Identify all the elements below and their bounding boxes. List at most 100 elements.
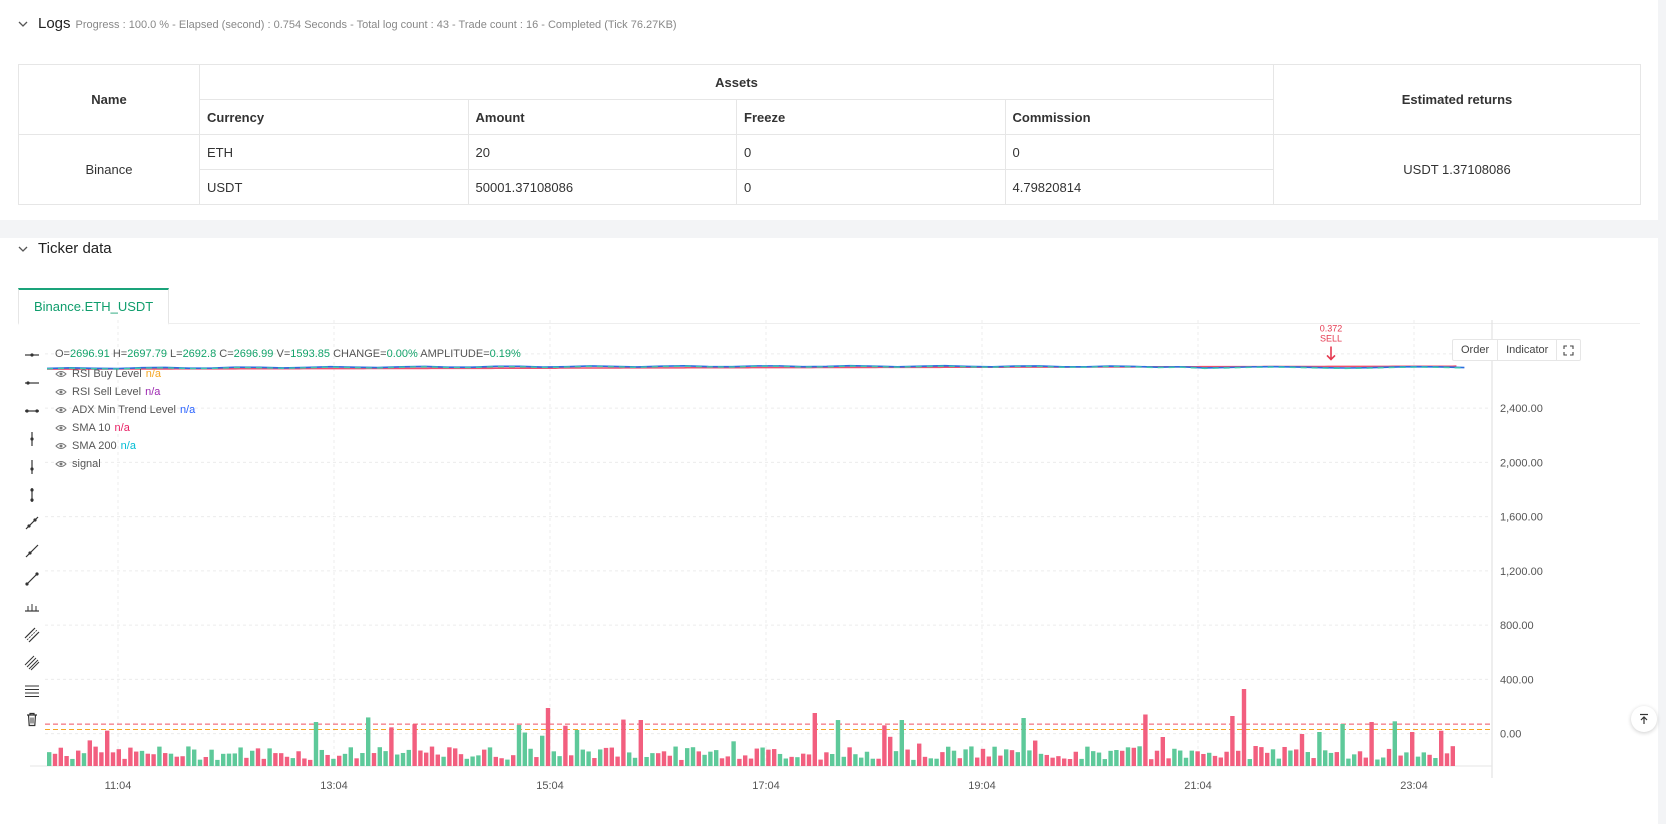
volume-bar [998, 755, 1003, 766]
volume-bar [151, 754, 156, 766]
y-tick-label: 0.00 [1500, 729, 1521, 741]
volume-bar [1195, 751, 1200, 766]
l-value: 2692.8 [182, 348, 217, 360]
volume-bar [371, 753, 377, 766]
volume-bar [1352, 754, 1357, 766]
volume-bar [1067, 759, 1073, 766]
volume-bar [1038, 753, 1044, 766]
volume-bar [731, 741, 736, 766]
volume-bar [1392, 721, 1397, 766]
sub-header-currency: Currency [199, 99, 469, 135]
volume-bar [882, 725, 887, 766]
legend-item-label: RSI Sell Level [72, 386, 142, 398]
volume-bar [1427, 754, 1432, 766]
table-row: Binance ETH 20 0 0 USDT 1.37108086 [18, 134, 1641, 205]
volume-bar [696, 751, 701, 766]
volume-bar [853, 754, 858, 766]
col-returns-header: Estimated returns [1273, 64, 1641, 135]
volume-bar [673, 746, 678, 766]
volume-bar [76, 750, 81, 766]
volume-bar [1398, 755, 1403, 766]
volume-bar [1328, 752, 1334, 766]
legend-item-value: n/a [120, 440, 136, 452]
volume-bar [1259, 747, 1264, 766]
volume-bar [255, 748, 261, 766]
volume-bar [52, 753, 58, 766]
volume-bar [795, 757, 800, 766]
volume-bar [337, 755, 342, 766]
assets-table: Name Assets Estimated returns Currency A… [18, 64, 1641, 205]
legend-item[interactable]: RSI Sell Level n/a [55, 383, 521, 401]
eye-icon[interactable] [55, 460, 67, 468]
sell-annotation-label: SELL [1320, 333, 1342, 343]
volume-bar [1369, 721, 1374, 766]
volume-bar [1444, 753, 1450, 766]
eye-icon[interactable] [55, 370, 67, 378]
x-tick-label: 11:04 [105, 780, 132, 792]
volume-bar [975, 757, 980, 766]
volume-bar [1073, 751, 1078, 766]
indicator-button[interactable]: Indicator [1498, 340, 1558, 360]
volume-bar [296, 751, 301, 766]
fullscreen-icon[interactable] [1557, 340, 1580, 360]
scroll-top-button[interactable] [1631, 706, 1657, 732]
eye-icon[interactable] [55, 406, 67, 414]
volume-bar [1311, 758, 1316, 766]
chevron-down-icon[interactable] [18, 19, 28, 29]
volume-bar [1114, 750, 1119, 766]
currency-cell: USDT [199, 169, 469, 205]
volume-bar [592, 758, 597, 766]
volume-bar [766, 749, 771, 766]
volume-bar [1265, 752, 1270, 766]
volume-bar [1299, 734, 1305, 766]
volume-bar [87, 740, 92, 766]
volume-bar [186, 746, 191, 766]
legend-item[interactable]: SMA 200 n/a [55, 437, 521, 455]
volume-bar [812, 713, 817, 766]
volume-bar [754, 748, 759, 766]
eye-icon[interactable] [55, 388, 67, 396]
logs-title: Logs [38, 15, 71, 32]
price-chart[interactable]: 2,800.002,400.002,000.001,600.001,200.00… [0, 238, 1658, 824]
volume-bar [1079, 758, 1084, 766]
volume-bar [917, 743, 922, 766]
currency-cell: ETH [199, 134, 469, 170]
y-tick-label: 800.00 [1500, 620, 1534, 632]
volume-bar [574, 730, 580, 766]
legend-item[interactable]: RSI Buy Level n/a [55, 365, 521, 383]
volume-bar [1183, 757, 1189, 766]
legend-item[interactable]: ADX Min Trend Level n/a [55, 401, 521, 419]
volume-bar [719, 758, 725, 766]
volume-bar [1410, 732, 1415, 766]
order-button[interactable]: Order [1453, 340, 1499, 360]
arrow-up-icon [1640, 713, 1648, 724]
volume-bar [818, 759, 823, 766]
volume-bar [545, 708, 551, 766]
volume-bar [1334, 752, 1339, 766]
volume-bar [1085, 746, 1090, 766]
volume-bar [377, 747, 382, 766]
volume-bar [1381, 757, 1386, 766]
volume-bar [302, 758, 307, 766]
volume-bar [806, 754, 812, 766]
volume-bar [661, 751, 667, 766]
volume-bar [1062, 758, 1067, 766]
logs-header[interactable]: Logs Progress : 100.0 % - Elapsed (secon… [18, 15, 677, 32]
volume-bar [621, 719, 626, 766]
amp-label: AMPLITUDE= [420, 348, 490, 360]
h-value: 2697.79 [127, 348, 167, 360]
legend-item-label: RSI Buy Level [72, 368, 142, 380]
legend-item[interactable]: SMA 10 n/a [55, 419, 521, 437]
volume-bar [911, 759, 916, 766]
volume-bar [772, 749, 777, 766]
volume-bar [1317, 732, 1322, 766]
eye-icon[interactable] [55, 424, 67, 432]
x-tick-label: 21:04 [1184, 780, 1212, 792]
legend-item[interactable]: signal [55, 455, 521, 473]
eye-icon[interactable] [55, 442, 67, 450]
legend-item-value: n/a [114, 422, 130, 434]
volume-bar [221, 753, 226, 766]
volume-bar [1253, 746, 1258, 766]
volume-bar [192, 749, 197, 766]
volume-bar [1091, 751, 1096, 766]
